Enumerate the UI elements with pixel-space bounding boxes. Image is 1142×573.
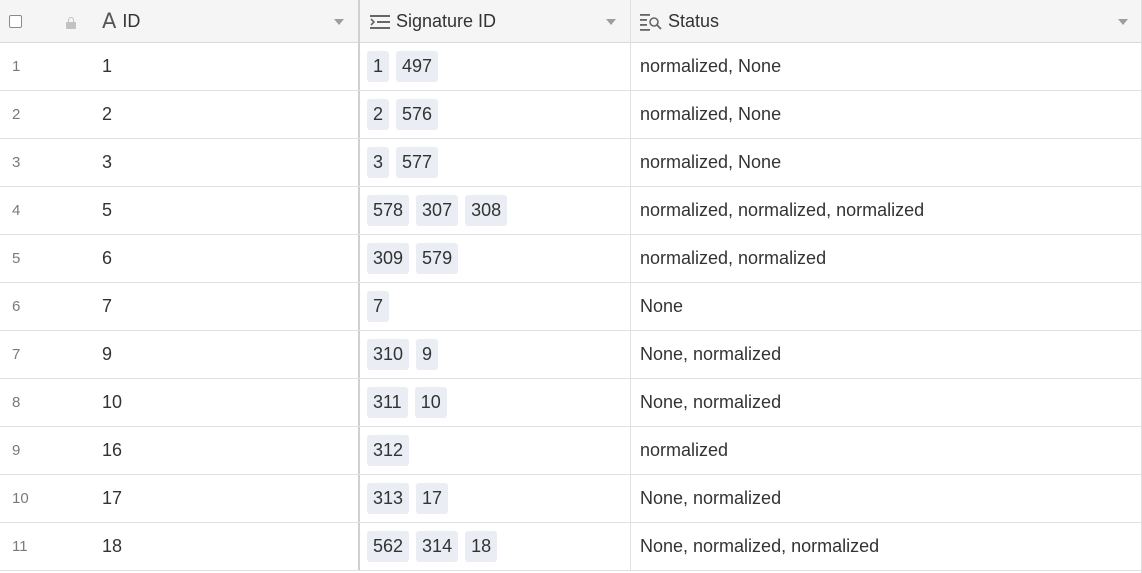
select-all-checkbox[interactable] — [9, 15, 22, 28]
row-number: 5 — [12, 250, 21, 267]
signature-chip[interactable]: 309 — [367, 243, 410, 274]
column-header-status[interactable]: Status — [631, 0, 1142, 43]
cell-id[interactable]: 16 — [90, 427, 360, 474]
cell-status[interactable]: None — [631, 283, 1142, 330]
column-label-id: ID — [122, 11, 141, 31]
cell-signature-id[interactable]: 3 577 — [360, 139, 631, 186]
table-row[interactable]: 2 2 2 576 normalized, None — [0, 91, 1142, 139]
cell-id[interactable]: 2 — [90, 91, 360, 138]
row-number: 7 — [12, 346, 21, 363]
text-type-icon: A — [102, 9, 117, 33]
chevron-down-icon[interactable] — [1118, 19, 1128, 25]
signature-chip[interactable]: 10 — [414, 387, 447, 418]
signature-chip[interactable]: 17 — [416, 483, 449, 514]
table-row[interactable]: 5 6 309 579 normalized, normalized — [0, 235, 1142, 283]
signature-chip[interactable]: 1 — [367, 51, 390, 82]
lock-cell — [60, 0, 90, 43]
cell-id[interactable]: 9 — [90, 331, 360, 378]
table-row[interactable]: 10 17 313 17 None, normalized — [0, 475, 1142, 523]
row-number: 6 — [12, 298, 21, 315]
table-row[interactable]: 11 18 562 314 18 None, normalized, normalized — [0, 523, 1142, 571]
cell-status[interactable]: None, normalized — [631, 331, 1142, 378]
signature-chip[interactable]: 310 — [367, 339, 410, 370]
signature-chip[interactable]: 3 — [367, 147, 390, 178]
chevron-down-icon[interactable] — [334, 19, 344, 25]
cell-status[interactable]: None, normalized — [631, 379, 1142, 426]
signature-chip[interactable]: 313 — [367, 483, 410, 514]
cell-status[interactable]: normalized, None — [631, 43, 1142, 90]
cell-id[interactable]: 10 — [90, 379, 360, 426]
cell-id[interactable]: 18 — [90, 523, 360, 570]
table-row[interactable]: 7 9 310 9 None, normalized — [0, 331, 1142, 379]
cell-status[interactable]: None, normalized — [631, 475, 1142, 522]
cell-id[interactable]: 7 — [90, 283, 360, 330]
signature-chip[interactable]: 497 — [396, 51, 439, 82]
table-row[interactable]: 6 7 7 None — [0, 283, 1142, 331]
cell-status[interactable]: None, normalized, normalized — [631, 523, 1142, 570]
column-header-signature-id[interactable]: Signature ID — [360, 0, 631, 43]
cell-signature-id[interactable]: 312 — [360, 427, 631, 474]
signature-chip[interactable]: 9 — [416, 339, 439, 370]
cell-signature-id[interactable]: 578 307 308 — [360, 187, 631, 234]
select-all-cell — [0, 0, 60, 43]
cell-status[interactable]: normalized, normalized, normalized — [631, 187, 1142, 234]
signature-chip[interactable]: 578 — [367, 195, 410, 226]
grid-header: A ID Signature ID Status — [0, 0, 1142, 43]
table-row[interactable]: 9 16 312 normalized — [0, 427, 1142, 475]
table-row[interactable]: 4 5 578 307 308 normalized, normalized, norma… — [0, 187, 1142, 235]
signature-chip[interactable]: 562 — [367, 531, 410, 562]
cell-status[interactable]: normalized — [631, 427, 1142, 474]
link-list-icon — [370, 14, 390, 29]
cell-id[interactable]: 3 — [90, 139, 360, 186]
cell-id[interactable]: 1 — [90, 43, 360, 90]
row-number: 3 — [12, 154, 21, 171]
lookup-icon — [640, 13, 662, 31]
cell-signature-id[interactable]: 309 579 — [360, 235, 631, 282]
row-number: 11 — [12, 538, 28, 555]
row-number: 9 — [12, 442, 21, 459]
cell-id[interactable]: 17 — [90, 475, 360, 522]
row-number: 8 — [12, 394, 21, 411]
column-label-status: Status — [668, 11, 720, 31]
signature-chip[interactable]: 18 — [465, 531, 498, 562]
column-header-id[interactable]: A ID — [90, 0, 360, 43]
signature-chip[interactable]: 314 — [416, 531, 459, 562]
table-row[interactable]: 1 1 1 497 normalized, None — [0, 43, 1142, 91]
cell-signature-id[interactable]: 2 576 — [360, 91, 631, 138]
signature-chip[interactable]: 7 — [367, 291, 390, 322]
cell-signature-id[interactable]: 310 9 — [360, 331, 631, 378]
data-grid: A ID Signature ID Status 1 1 1 497 norma… — [0, 0, 1142, 573]
cell-signature-id[interactable]: 1 497 — [360, 43, 631, 90]
signature-chip[interactable]: 312 — [367, 435, 410, 466]
signature-chip[interactable]: 577 — [396, 147, 439, 178]
cell-signature-id[interactable]: 562 314 18 — [360, 523, 631, 570]
column-label-signature-id: Signature ID — [396, 11, 497, 31]
grid-body: 1 1 1 497 normalized, None 2 2 2 576 normalized, … — [0, 43, 1142, 571]
cell-status[interactable]: normalized, None — [631, 139, 1142, 186]
cell-signature-id[interactable]: 311 10 — [360, 379, 631, 426]
row-number: 2 — [12, 106, 21, 123]
table-row[interactable]: 8 10 311 10 None, normalized — [0, 379, 1142, 427]
signature-chip[interactable]: 579 — [416, 243, 459, 274]
table-row[interactable]: 3 3 3 577 normalized, None — [0, 139, 1142, 187]
cell-id[interactable]: 6 — [90, 235, 360, 282]
signature-chip[interactable]: 308 — [465, 195, 508, 226]
cell-signature-id[interactable]: 313 17 — [360, 475, 631, 522]
cell-status[interactable]: normalized, None — [631, 91, 1142, 138]
signature-chip[interactable]: 2 — [367, 99, 390, 130]
row-number: 1 — [12, 58, 21, 75]
row-number: 10 — [12, 490, 29, 507]
lock-icon — [66, 17, 76, 29]
signature-chip[interactable]: 576 — [396, 99, 439, 130]
cell-signature-id[interactable]: 7 — [360, 283, 631, 330]
cell-id[interactable]: 5 — [90, 187, 360, 234]
chevron-down-icon[interactable] — [606, 19, 616, 25]
row-number: 4 — [12, 202, 21, 219]
cell-status[interactable]: normalized, normalized — [631, 235, 1142, 282]
signature-chip[interactable]: 311 — [367, 387, 408, 418]
signature-chip[interactable]: 307 — [416, 195, 459, 226]
